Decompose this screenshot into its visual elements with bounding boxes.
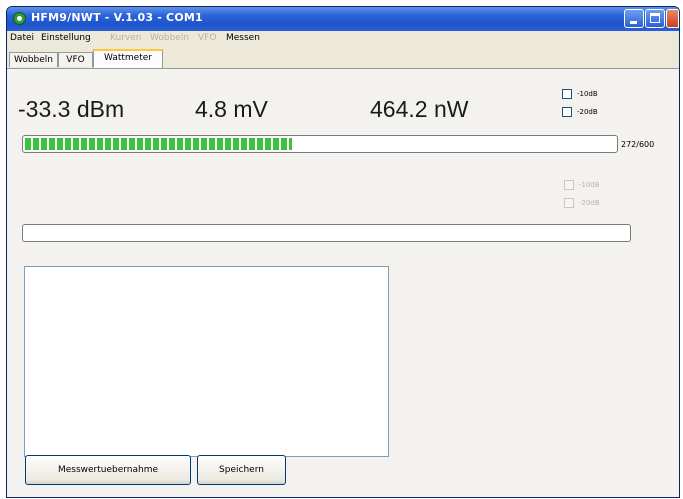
tab-wobbeln[interactable]: Wobbeln — [9, 52, 58, 67]
ch1-att-10db-label: -10dB — [577, 90, 598, 98]
menu-vfo: VFO — [198, 33, 217, 43]
reading-dbm: -33.3 dBm — [18, 96, 125, 122]
ch1-att-20db-label: -20dB — [577, 108, 598, 116]
menu-messen[interactable]: Messen — [226, 33, 260, 43]
app-icon — [13, 12, 26, 25]
menu-datei[interactable]: Datei — [10, 33, 34, 43]
menu-wobbeln: Wobbeln — [150, 33, 190, 43]
minimize-icon — [630, 21, 637, 24]
ch1-att-10db-checkbox[interactable] — [562, 89, 572, 99]
ch1-level-readout: 272/600 — [621, 140, 655, 149]
ch1-att-20db-checkbox[interactable] — [562, 107, 572, 117]
measurement-list[interactable] — [24, 266, 389, 457]
main-window: HFM9/NWT - V.1.03 - COM1 Datei Einstellu… — [6, 6, 680, 498]
menu-einstellung[interactable]: Einstellung — [41, 33, 91, 43]
save-button[interactable]: Speichern — [197, 455, 286, 485]
minimize-button[interactable] — [624, 9, 644, 28]
menu-bar: Datei Einstellung Kurven Wobbeln VFO Mes… — [7, 31, 679, 47]
reading-power: 464.2 nW — [370, 96, 469, 122]
maximize-button[interactable] — [645, 9, 665, 28]
tab-wattmeter[interactable]: Wattmeter — [93, 49, 163, 68]
title-bar[interactable]: HFM9/NWT - V.1.03 - COM1 — [7, 7, 679, 31]
reading-voltage: 4.8 mV — [195, 96, 268, 122]
tab-vfo[interactable]: VFO — [58, 52, 93, 67]
ch2-att-20db-label: -20dB — [579, 199, 600, 207]
ch2-att-20db-checkbox — [564, 198, 574, 208]
ch2-level-bar — [22, 224, 631, 242]
wattmeter-panel: -33.3 dBm 4.8 mV 464.2 nW -10dB -20dB 27… — [7, 68, 679, 497]
ch2-att-10db-checkbox — [564, 180, 574, 190]
tab-strip: Wobbeln VFO Wattmeter — [7, 47, 679, 69]
ch1-level-bar — [22, 135, 618, 153]
ch2-att-10db-label: -10dB — [579, 181, 600, 189]
maximize-icon — [650, 13, 660, 23]
close-button[interactable] — [666, 9, 679, 28]
ch1-level-bar-fill — [25, 138, 292, 150]
take-reading-button[interactable]: Messwertuebernahme — [25, 455, 191, 485]
menu-kurven: Kurven — [110, 33, 142, 43]
window-title: HFM9/NWT - V.1.03 - COM1 — [31, 11, 203, 24]
